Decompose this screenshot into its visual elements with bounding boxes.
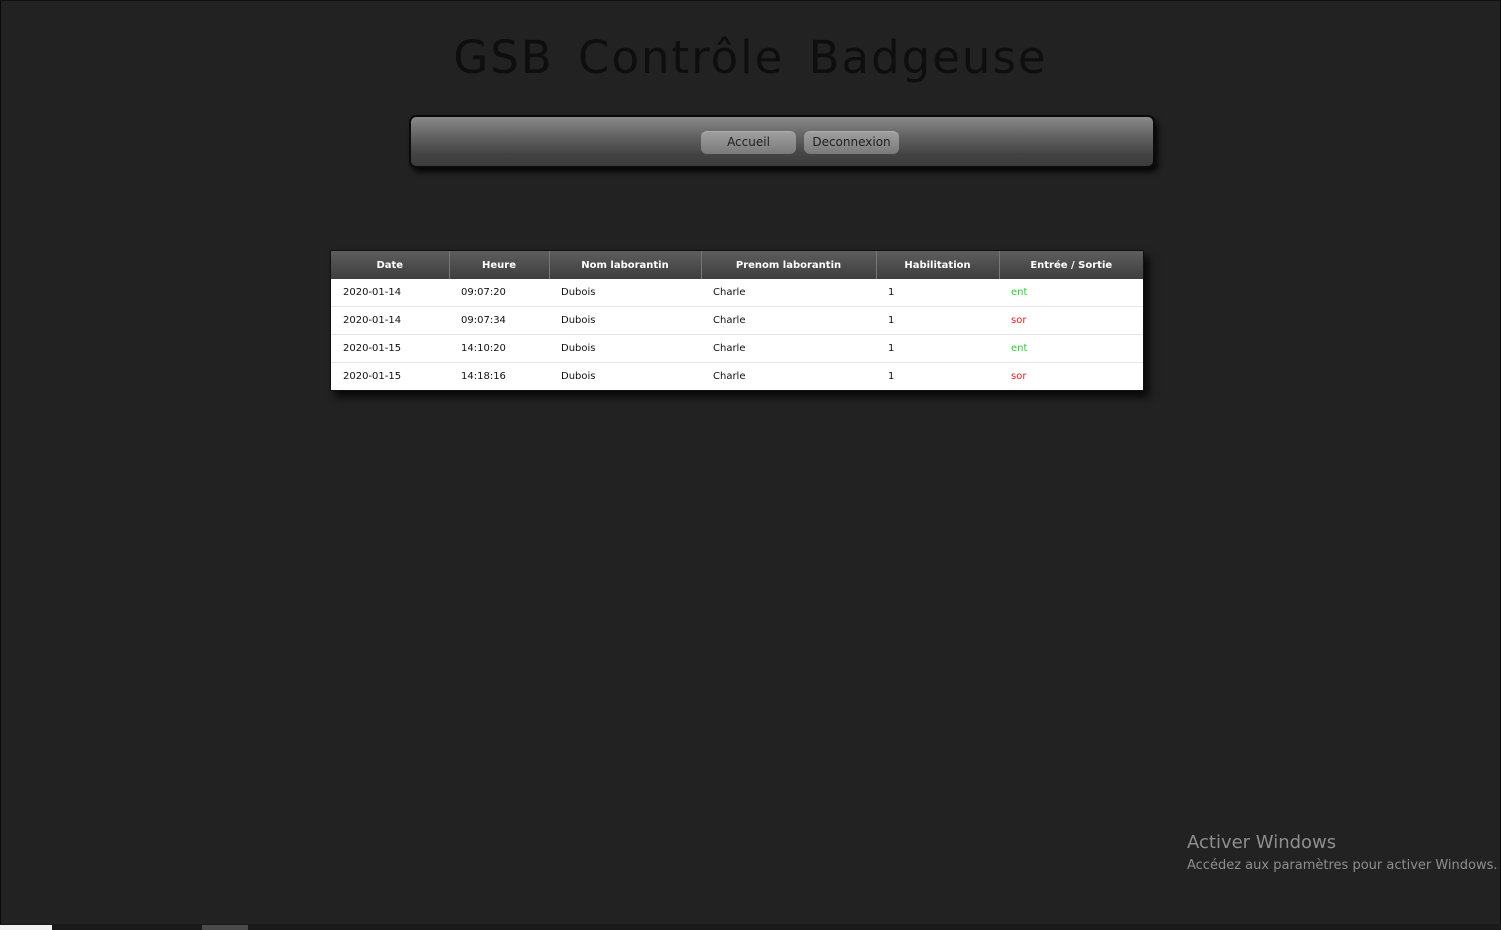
home-button[interactable]: Accueil [701, 131, 796, 154]
cell-time: 14:18:16 [449, 362, 549, 390]
column-header-date[interactable]: Date [331, 251, 450, 279]
cell-first-name: Charle [701, 334, 876, 363]
badge-log-table: Date Heure Nom laborantin Prenom laboran… [330, 250, 1144, 391]
column-header-clearance[interactable]: Habilitation [875, 251, 1000, 279]
table-row: 2020-01-14 09:07:34 Dubois Charle 1 sor [331, 306, 1143, 335]
table-row: 2020-01-15 14:10:20 Dubois Charle 1 ent [331, 334, 1143, 363]
taskbar-start-button[interactable] [0, 925, 52, 930]
cell-clearance: 1 [876, 334, 999, 363]
table-row: 2020-01-14 09:07:20 Dubois Charle 1 ent [331, 279, 1143, 307]
cell-clearance: 1 [876, 362, 999, 390]
column-header-direction[interactable]: Entrée / Sortie [998, 251, 1143, 279]
logout-button[interactable]: Deconnexion [804, 131, 899, 154]
cell-direction: sor [999, 306, 1143, 335]
cell-direction: ent [999, 279, 1143, 307]
cell-first-name: Charle [701, 362, 876, 390]
page-title: GSB Contrôle Badgeuse [453, 31, 1048, 84]
nav-bar: Accueil Deconnexion [409, 115, 1155, 168]
cell-last-name: Dubois [549, 306, 701, 335]
cell-last-name: Dubois [549, 362, 701, 390]
watermark-subtitle: Accédez aux paramètres pour activer Wind… [1187, 858, 1498, 873]
cell-first-name: Charle [701, 279, 876, 307]
cell-last-name: Dubois [549, 334, 701, 363]
cell-clearance: 1 [876, 306, 999, 335]
cell-date: 2020-01-15 [331, 362, 449, 390]
cell-first-name: Charle [701, 306, 876, 335]
cell-direction: ent [999, 334, 1143, 363]
cell-time: 14:10:20 [449, 334, 549, 363]
windows-activation-watermark: Activer Windows Accédez aux paramètres p… [1187, 832, 1498, 878]
cell-date: 2020-01-15 [331, 334, 449, 363]
cell-date: 2020-01-14 [331, 306, 449, 335]
cell-direction: sor [999, 362, 1143, 390]
cell-date: 2020-01-14 [331, 279, 449, 307]
taskbar-app-button[interactable] [202, 925, 248, 930]
column-header-last-name[interactable]: Nom laborantin [548, 251, 702, 279]
cell-time: 09:07:34 [449, 306, 549, 335]
cell-time: 09:07:20 [449, 279, 549, 307]
cell-last-name: Dubois [549, 279, 701, 307]
watermark-title: Activer Windows [1187, 832, 1337, 853]
table-header-row: Date Heure Nom laborantin Prenom laboran… [331, 251, 1143, 279]
cell-clearance: 1 [876, 279, 999, 307]
table-row: 2020-01-15 14:18:16 Dubois Charle 1 sor [331, 362, 1143, 390]
column-header-first-name[interactable]: Prenom laborantin [700, 251, 877, 279]
column-header-time[interactable]: Heure [448, 251, 550, 279]
